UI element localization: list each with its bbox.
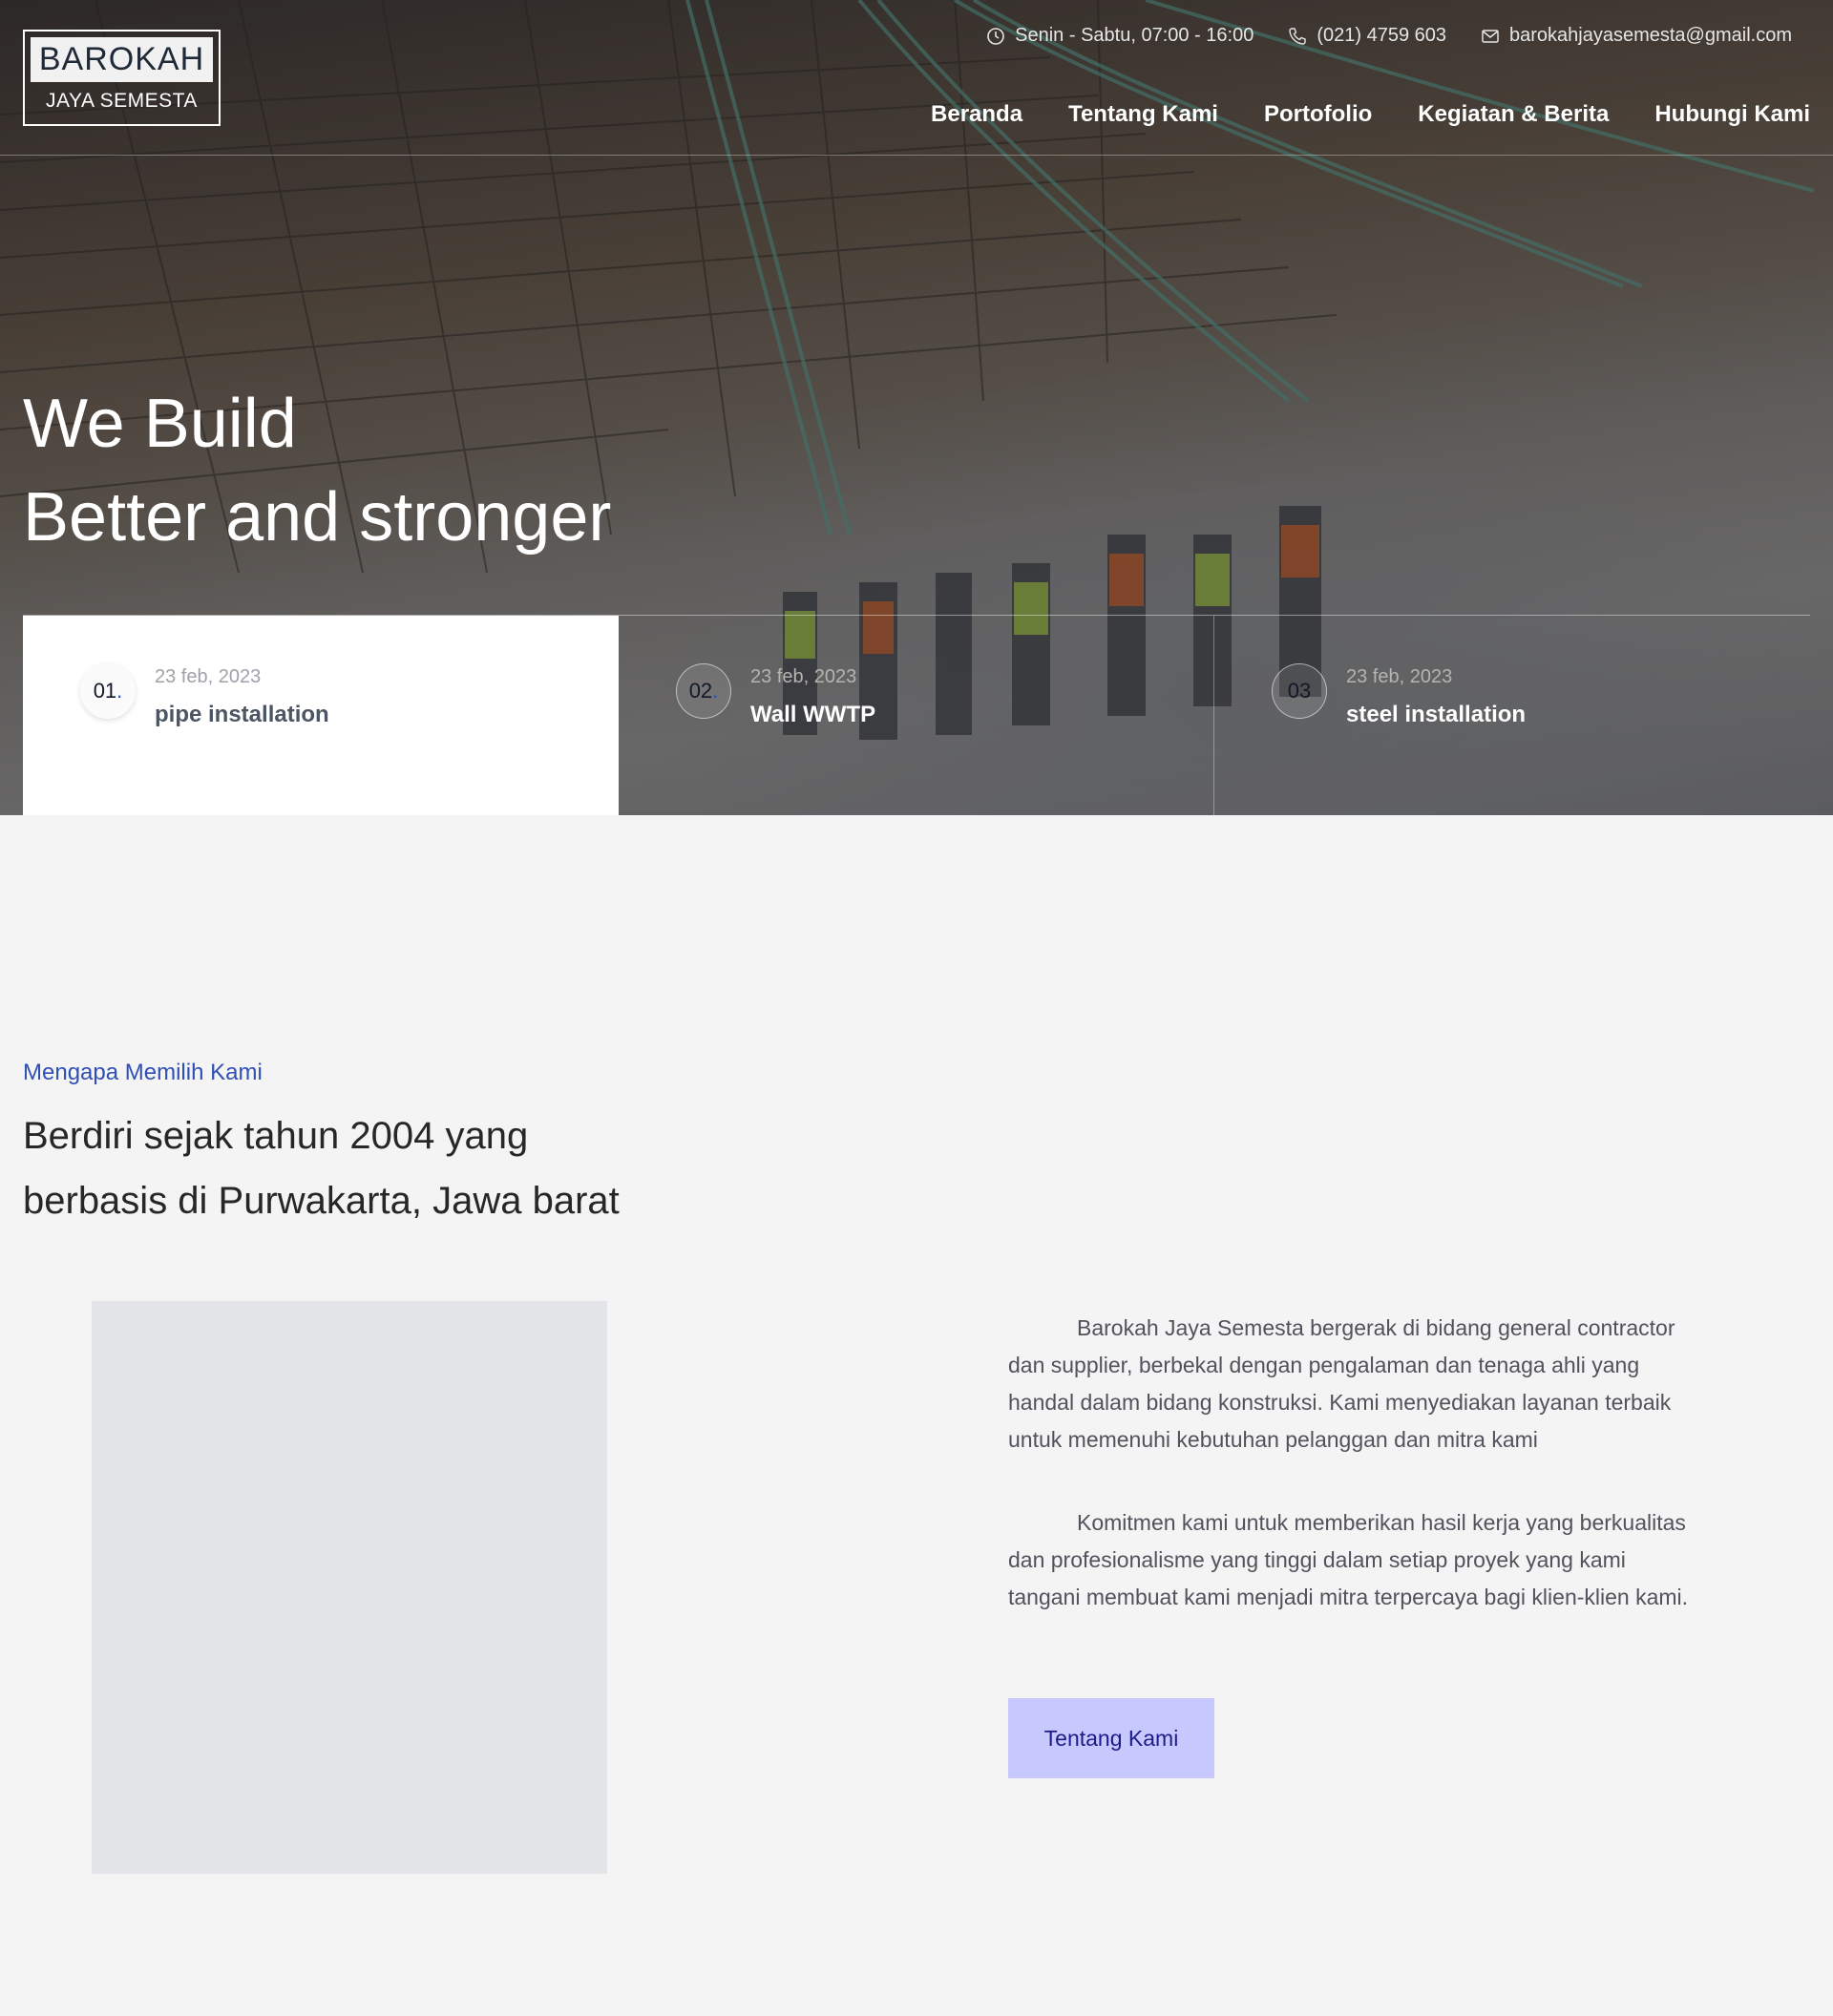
nav-item-tentang-kami[interactable]: Tentang Kami [1068, 101, 1218, 128]
about-paragraph-1: Barokah Jaya Semesta bergerak di bidang … [1008, 1315, 1675, 1452]
section-title-line1: Berdiri sejak tahun 2004 yang [23, 1115, 529, 1157]
about-us-button[interactable]: Tentang Kami [1008, 1698, 1214, 1778]
why-choose-us-section: Mengapa Memilih Kami Berdiri sejak tahun… [0, 815, 1833, 2016]
card-date: 23 feb, 2023 [155, 666, 262, 687]
mail-icon [1482, 29, 1499, 43]
card-date: 23 feb, 2023 [1346, 666, 1453, 687]
contact-topbar: Senin - Sabtu, 07:00 - 16:00 (021) 4759 … [986, 25, 1792, 47]
card-title[interactable]: pipe installation [155, 702, 329, 728]
card-number-value: 03 [1287, 679, 1312, 703]
business-hours: Senin - Sabtu, 07:00 - 16:00 [986, 25, 1254, 47]
main-nav: Beranda Tentang Kami Portofolio Kegiatan… [931, 101, 1810, 128]
section-title: Berdiri sejak tahun 2004 yang berbasis d… [23, 1103, 748, 1233]
nav-item-portofolio[interactable]: Portofolio [1264, 101, 1372, 128]
card-date: 23 feb, 2023 [750, 666, 857, 687]
nav-item-beranda[interactable]: Beranda [931, 101, 1022, 128]
hero-headline-line2: Better and stronger [23, 479, 612, 556]
phone-number[interactable]: (021) 4759 603 [1317, 25, 1446, 47]
nav-item-kegiatan-berita[interactable]: Kegiatan & Berita [1418, 101, 1609, 128]
card-number: 01. [80, 663, 136, 719]
email-address[interactable]: barokahjayasemesta@gmail.com [1509, 25, 1792, 47]
card-number-value: 02 [688, 679, 713, 703]
phone-icon [1289, 27, 1307, 45]
logo-name-top: BAROKAH [31, 37, 213, 82]
hero-headline: We Build Better and stronger [23, 377, 611, 564]
email-contact[interactable]: barokahjayasemesta@gmail.com [1481, 25, 1792, 47]
card-number-value: 01 [93, 679, 117, 703]
hero-section: BAROKAH JAYA SEMESTA Senin - Sabtu, 07:0… [0, 0, 1833, 815]
card-number: 02. [676, 663, 731, 719]
phone-contact[interactable]: (021) 4759 603 [1288, 25, 1446, 47]
section-title-line2: berbasis di Purwakarta, Jawa barat [23, 1180, 620, 1222]
logo-name-bottom: JAYA SEMESTA [46, 90, 198, 112]
card-title[interactable]: Wall WWTP [750, 702, 875, 728]
news-card-1[interactable]: 01. 23 feb, 2023 pipe installation [23, 616, 619, 815]
section-eyebrow: Mengapa Memilih Kami [23, 1060, 263, 1085]
clock-icon [987, 27, 1004, 45]
news-card-2[interactable]: 02. 23 feb, 2023 Wall WWTP [619, 616, 1214, 815]
business-hours-text: Senin - Sabtu, 07:00 - 16:00 [1015, 25, 1254, 46]
card-title[interactable]: steel installation [1346, 702, 1526, 728]
about-image-placeholder [92, 1301, 607, 1874]
about-paragraph-2: Komitmen kami untuk memberikan hasil ker… [1008, 1510, 1689, 1609]
card-number-dot: . [712, 679, 719, 703]
news-card-3[interactable]: 03 23 feb, 2023 steel installation [1213, 616, 1809, 815]
nav-divider [0, 155, 1833, 156]
card-number-dot: . [116, 679, 123, 703]
logo[interactable]: BAROKAH JAYA SEMESTA [23, 30, 221, 126]
nav-item-hubungi-kami[interactable]: Hubungi Kami [1654, 101, 1810, 128]
hero-headline-line1: We Build [23, 386, 297, 462]
card-number: 03 [1272, 663, 1327, 719]
